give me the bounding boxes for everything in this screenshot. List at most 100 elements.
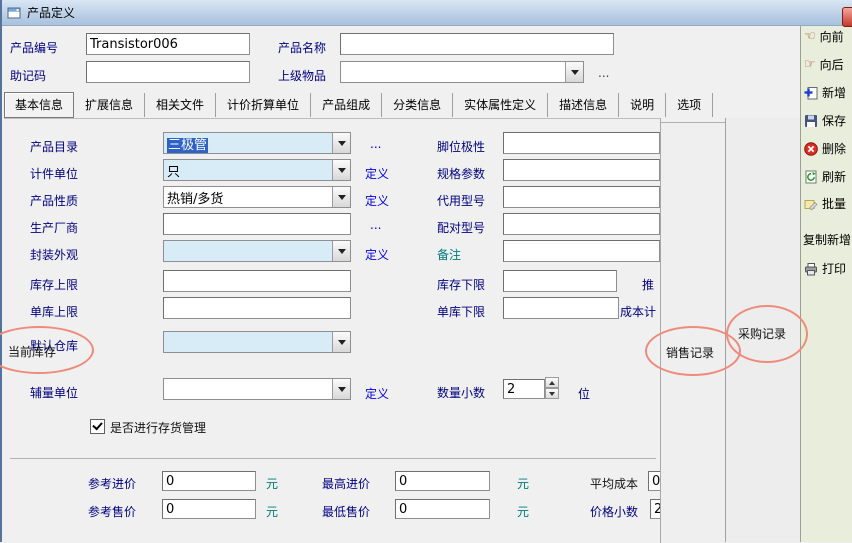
- tab-entity-attributes[interactable]: 实体属性定义: [453, 93, 548, 117]
- inventory-mgmt-checkbox[interactable]: [90, 419, 105, 434]
- tab-options[interactable]: 选项: [666, 93, 713, 117]
- purchase-record-label[interactable]: 采购记录: [738, 325, 786, 342]
- chevron-down-icon[interactable]: [332, 379, 350, 399]
- remark-input[interactable]: [503, 240, 660, 262]
- forward-button[interactable]: ☜ 向前: [804, 28, 844, 45]
- mnemonic-label: 助记码: [10, 67, 46, 84]
- package-label: 封装外观: [30, 246, 78, 263]
- copy-new-button[interactable]: 复制新增: [803, 231, 851, 248]
- tab-basic-info[interactable]: 基本信息: [4, 92, 74, 118]
- tab-description-info[interactable]: 描述信息: [548, 93, 619, 117]
- tab-pricing-conversion-unit[interactable]: 计价折算单位: [216, 93, 311, 117]
- window-title: 产品定义: [27, 4, 75, 21]
- refresh-icon: [804, 170, 818, 184]
- stock-upper-label: 库存上限: [30, 276, 78, 293]
- current-stock-label[interactable]: 当前库存: [8, 343, 56, 360]
- chevron-down-icon[interactable]: [332, 133, 350, 153]
- ref-sale-label: 参考售价: [88, 503, 136, 520]
- price-section-divider: [10, 458, 656, 459]
- product-name-input[interactable]: [340, 33, 614, 55]
- qty-decimal-suffix: 位: [578, 385, 590, 402]
- pair-model-label: 配对型号: [437, 219, 485, 236]
- unit-combo[interactable]: 只: [163, 159, 351, 181]
- chevron-down-icon[interactable]: [332, 187, 350, 207]
- stock-upper-input[interactable]: [163, 270, 351, 292]
- spec-params-label: 规格参数: [437, 165, 485, 182]
- title-bar: 产品定义: [0, 0, 852, 26]
- stepper-down-icon[interactable]: [545, 388, 559, 399]
- product-code-input[interactable]: [86, 33, 250, 55]
- single-lower-input[interactable]: [503, 297, 619, 319]
- stock-lower-input[interactable]: [503, 270, 617, 292]
- qty-decimal-label: 数量小数: [437, 384, 485, 401]
- single-lower-label: 单库下限: [437, 303, 485, 320]
- max-purchase-input[interactable]: [395, 471, 490, 491]
- side-button-panel: ☜ 向前 ☞ 向后 新增 保存 删除 刷新: [800, 24, 852, 542]
- chevron-down-icon[interactable]: [332, 332, 350, 352]
- chevron-down-icon[interactable]: [332, 160, 350, 180]
- chevron-down-icon[interactable]: [565, 62, 583, 82]
- default-warehouse-combo[interactable]: [163, 331, 351, 353]
- stepper-up-icon[interactable]: [545, 377, 559, 388]
- nature-combo[interactable]: 热销/多货: [163, 186, 351, 208]
- close-button[interactable]: [842, 7, 852, 27]
- price-decimal-input[interactable]: [650, 499, 661, 519]
- manufacturer-browse-link[interactable]: ...: [370, 218, 381, 232]
- manufacturer-input[interactable]: [163, 213, 351, 235]
- single-upper-input[interactable]: [163, 297, 351, 319]
- sales-record-strip: 销售记录: [661, 122, 725, 543]
- ref-purchase-unit: 元: [266, 475, 278, 492]
- aux-unit-define-link[interactable]: 定义: [365, 385, 389, 402]
- backward-button[interactable]: ☞ 向后: [804, 56, 844, 73]
- pin-polarity-input[interactable]: [503, 132, 660, 154]
- qty-decimal-stepper: [545, 377, 559, 399]
- batch-icon: [804, 197, 818, 211]
- tab-category-info[interactable]: 分类信息: [382, 93, 453, 117]
- parent-item-combo[interactable]: [340, 61, 584, 83]
- window-icon: [7, 6, 21, 20]
- min-sale-unit: 元: [517, 503, 529, 520]
- batch-button[interactable]: 批量: [804, 195, 846, 212]
- unit-value: 只: [164, 161, 332, 180]
- ref-sale-input[interactable]: [162, 499, 256, 519]
- parent-item-label: 上级物品: [278, 67, 326, 84]
- basic-info-tab-page: 产品目录 三极管 ... 计件单位 只 定义 产品性质 热销/多货 定义 生产厂…: [4, 118, 661, 543]
- nature-define-link[interactable]: 定义: [365, 192, 389, 209]
- package-define-link[interactable]: 定义: [365, 246, 389, 263]
- print-button[interactable]: 打印: [804, 260, 846, 277]
- sales-record-label[interactable]: 销售记录: [666, 344, 714, 361]
- avg-cost-label: 平均成本: [590, 475, 638, 492]
- pair-model-input[interactable]: [503, 213, 660, 235]
- tab-notes[interactable]: 说明: [619, 93, 666, 117]
- stock-lower-label: 库存下限: [437, 276, 485, 293]
- delete-button[interactable]: 删除: [804, 140, 846, 157]
- print-icon: [804, 262, 818, 276]
- package-combo[interactable]: [163, 240, 351, 262]
- alt-model-label: 代用型号: [437, 192, 485, 209]
- avg-cost-input[interactable]: [648, 471, 661, 491]
- tab-extended-info[interactable]: 扩展信息: [74, 93, 145, 117]
- alt-model-input[interactable]: [503, 186, 660, 208]
- catalog-browse-link[interactable]: ...: [370, 137, 381, 151]
- product-code-label: 产品编号: [10, 39, 58, 56]
- refresh-button[interactable]: 刷新: [804, 168, 846, 185]
- price-decimal-label: 价格小数: [590, 503, 638, 520]
- spec-params-input[interactable]: [503, 159, 660, 181]
- new-button[interactable]: 新增: [804, 84, 846, 101]
- parent-item-browse-link[interactable]: ...: [598, 66, 609, 80]
- mnemonic-input[interactable]: [86, 61, 250, 83]
- catalog-combo[interactable]: 三极管: [163, 132, 351, 154]
- min-sale-input[interactable]: [395, 499, 490, 519]
- aux-unit-combo[interactable]: [163, 378, 351, 400]
- max-purchase-unit: 元: [517, 475, 529, 492]
- pin-polarity-label: 脚位极性: [437, 138, 485, 155]
- qty-decimal-input[interactable]: [503, 379, 545, 399]
- nature-value: 热销/多货: [164, 188, 332, 207]
- ref-purchase-input[interactable]: [162, 471, 256, 491]
- unit-define-link[interactable]: 定义: [365, 165, 389, 182]
- chevron-down-icon[interactable]: [332, 241, 350, 261]
- product-name-label: 产品名称: [278, 39, 326, 56]
- tab-related-files[interactable]: 相关文件: [145, 93, 216, 117]
- save-button[interactable]: 保存: [804, 112, 846, 129]
- tab-product-composition[interactable]: 产品组成: [311, 93, 382, 117]
